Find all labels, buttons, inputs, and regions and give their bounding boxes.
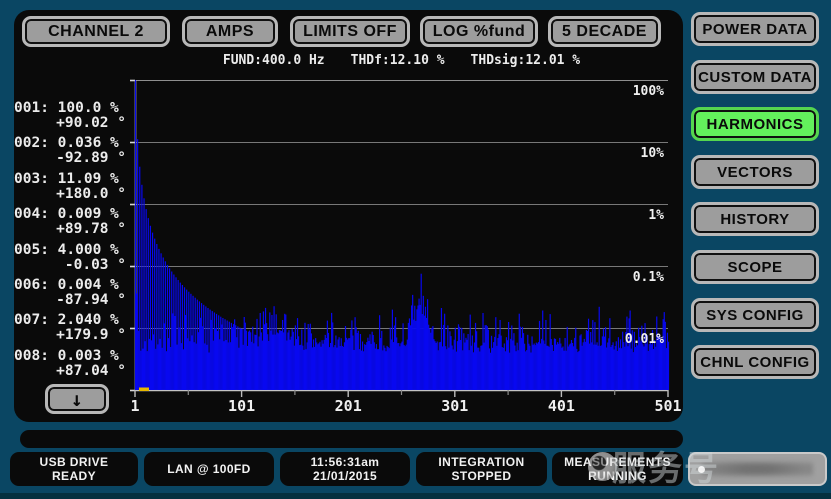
sidebar-item-vectors[interactable]: VECTORS xyxy=(691,155,819,189)
harmonic-entry: 004: 0.009 %+89.78 ° xyxy=(8,207,132,237)
harmonic-magnitude: 006: 0.004 % xyxy=(8,278,132,293)
thdf-value: THDf:12.10 % xyxy=(351,53,445,68)
status-text: INTEGRATION xyxy=(438,455,524,469)
status-integration: INTEGRATIONSTOPPED xyxy=(416,452,547,486)
harmonic-phase: +179.9 ° xyxy=(8,328,132,343)
svg-text:501: 501 xyxy=(654,397,681,415)
top-button-channel-2[interactable]: CHANNEL 2 xyxy=(22,16,170,47)
status-11-56-31am: 11:56:31am21/01/2015 xyxy=(280,452,410,486)
status-text: USB DRIVE xyxy=(40,455,109,469)
softkey-hint-bar xyxy=(20,430,683,448)
status-usb-drive: USB DRIVEREADY xyxy=(10,452,138,486)
harmonic-magnitude: 003: 11.09 % xyxy=(8,172,132,187)
thdsig-value: THDsig:12.01 % xyxy=(471,53,581,68)
svg-text:201: 201 xyxy=(335,397,362,415)
svg-text:101: 101 xyxy=(228,397,255,415)
harmonic-phase: -87.94 ° xyxy=(8,293,132,308)
harmonic-entry: 007: 2.040 %+179.9 ° xyxy=(8,313,132,343)
harmonic-entry: 006: 0.004 %-87.94 ° xyxy=(8,278,132,308)
sidebar-item-scope[interactable]: SCOPE xyxy=(691,250,819,284)
status-text: 11:56:31am xyxy=(311,455,380,469)
power-analyzer-screen: { "colors":{ "background":"#0a4663", "pa… xyxy=(0,0,831,499)
sidebar-item-sys-config[interactable]: SYS CONFIG xyxy=(691,298,819,332)
svg-text:0.01%: 0.01% xyxy=(625,332,664,347)
harmonic-entry: 005: 4.000 %-0.03 ° xyxy=(8,243,132,273)
top-button-log-fund[interactable]: LOG %fund xyxy=(420,16,538,47)
fundamental-frequency-value: FUND:400.0 Hz xyxy=(223,53,325,68)
harmonic-magnitude: 005: 4.000 % xyxy=(8,243,132,258)
top-button-5-decade[interactable]: 5 DECADE xyxy=(548,16,661,47)
svg-text:10%: 10% xyxy=(641,146,665,161)
sidebar-item-chnl-config[interactable]: CHNL CONFIG xyxy=(691,345,819,379)
sidebar-item-power-data[interactable]: POWER DATA xyxy=(691,12,819,46)
harmonic-entry: 003: 11.09 %+180.0 ° xyxy=(8,172,132,202)
harmonic-phase: +180.0 ° xyxy=(8,187,132,202)
svg-text:301: 301 xyxy=(441,397,468,415)
blank-softkey-button xyxy=(688,452,827,486)
harmonic-magnitude: 004: 0.009 % xyxy=(8,207,132,222)
harmonic-phase: +87.04 ° xyxy=(8,364,132,379)
status-text: MEASUREMENTS xyxy=(564,455,671,469)
harmonic-magnitude: 001: 100.0 % xyxy=(8,101,132,116)
harmonic-phase: -0.03 ° xyxy=(8,258,132,273)
sidebar-item-history[interactable]: HISTORY xyxy=(691,202,819,236)
status-text: 21/01/2015 xyxy=(313,469,377,483)
harmonic-magnitude: 002: 0.036 % xyxy=(8,136,132,151)
sidebar-item-custom-data[interactable]: CUSTOM DATA xyxy=(691,60,819,94)
harmonic-entry: 002: 0.036 %-92.89 ° xyxy=(8,136,132,166)
harmonic-entry: 001: 100.0 %+90.02 ° xyxy=(8,101,132,131)
status-text: LAN @ 100FD xyxy=(167,462,250,476)
harmonic-magnitude: 008: 0.003 % xyxy=(8,349,132,364)
svg-text:0.1%: 0.1% xyxy=(633,270,664,285)
spectrum-svg: 1101201301401501100%10%1%0.1%0.01% xyxy=(135,80,668,412)
svg-text:100%: 100% xyxy=(633,84,664,99)
status-text: RUNNING xyxy=(588,469,647,483)
status-lan-100fd: LAN @ 100FD xyxy=(144,452,274,486)
scroll-down-button[interactable]: ↓ xyxy=(45,384,109,414)
svg-text:401: 401 xyxy=(548,397,575,415)
status-measurements: MEASUREMENTSRUNNING xyxy=(552,452,683,486)
top-button-amps[interactable]: AMPS xyxy=(182,16,278,47)
status-text: READY xyxy=(52,469,96,483)
top-button-limits-off[interactable]: LIMITS OFF xyxy=(290,16,410,47)
harmonics-spectrum-chart: 1101201301401501100%10%1%0.1%0.01% xyxy=(135,80,668,412)
harmonic-magnitude: 007: 2.040 % xyxy=(8,313,132,328)
harmonic-phase: -92.89 ° xyxy=(8,151,132,166)
arrow-down-icon: ↓ xyxy=(71,387,84,411)
harmonic-phase: +90.02 ° xyxy=(8,116,132,131)
harmonic-phase: +89.78 ° xyxy=(8,222,132,237)
svg-text:1: 1 xyxy=(130,397,139,415)
status-text: STOPPED xyxy=(452,469,512,483)
svg-text:1%: 1% xyxy=(648,208,664,223)
sidebar-item-harmonics[interactable]: HARMONICS xyxy=(691,107,819,141)
measurement-info-row: FUND:400.0 Hz THDf:12.10 % THDsig:12.01 … xyxy=(135,52,668,69)
harmonic-entry: 008: 0.003 %+87.04 ° xyxy=(8,349,132,379)
